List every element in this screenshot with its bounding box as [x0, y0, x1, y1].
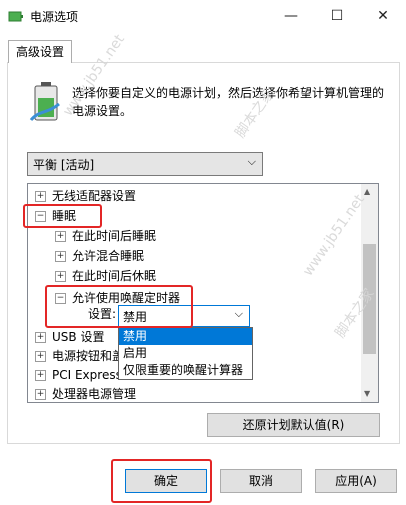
- highlight-box-wake-timers: [45, 285, 193, 328]
- tree-item-label: 处理器电源管理: [52, 387, 137, 401]
- apply-button[interactable]: 应用(A): [315, 469, 397, 493]
- expand-icon[interactable]: +: [35, 370, 46, 381]
- tree-item-processor[interactable]: + 处理器电源管理: [35, 384, 137, 402]
- highlight-box-ok: [111, 459, 212, 503]
- power-plan-value: 平衡 [活动]: [33, 158, 95, 172]
- tree-item-sleep-after[interactable]: + 在此时间后睡眠: [55, 226, 156, 246]
- power-plan-battery-icon: [29, 82, 60, 122]
- option-disable[interactable]: 禁用: [119, 328, 252, 345]
- expand-icon[interactable]: +: [35, 191, 46, 202]
- restore-defaults-button[interactable]: 还原计划默认值(R): [207, 413, 380, 437]
- chevron-down-icon: ⌵: [247, 155, 256, 168]
- description-text: 选择你要自定义的电源计划，然后选择你希望计算机管理的电源设置。: [72, 86, 385, 118]
- tree-item-hybrid-sleep[interactable]: + 允许混合睡眠: [55, 246, 144, 266]
- option-enable[interactable]: 启用: [119, 345, 252, 362]
- expand-icon[interactable]: +: [55, 251, 66, 262]
- expand-icon[interactable]: +: [35, 351, 46, 362]
- tree-item-label: 电源按钮和盖: [52, 349, 125, 363]
- tree-item-power-buttons[interactable]: + 电源按钮和盖: [35, 346, 124, 366]
- cancel-button[interactable]: 取消: [220, 469, 302, 493]
- expand-icon[interactable]: +: [35, 389, 46, 400]
- expand-icon[interactable]: +: [55, 231, 66, 242]
- option-important-wake-timers[interactable]: 仅限重要的唤醒计算器: [119, 362, 252, 379]
- scroll-down-arrow-icon[interactable]: ▼: [364, 389, 370, 398]
- chevron-down-icon: ⌵: [234, 307, 243, 320]
- scroll-up-arrow-icon[interactable]: ▲: [364, 187, 370, 196]
- tree-item-label: 允许混合睡眠: [72, 249, 145, 263]
- tree-item-label: 在此时间后休眠: [72, 269, 157, 283]
- tree-item-hibernate-after[interactable]: + 在此时间后休眠: [55, 266, 156, 286]
- highlight-box-sleep: [23, 204, 102, 228]
- maximize-button[interactable]: ☐: [314, 0, 360, 32]
- expand-icon[interactable]: +: [35, 332, 46, 343]
- minimize-button[interactable]: —: [268, 0, 314, 32]
- tree-item-usb[interactable]: + USB 设置: [35, 327, 104, 347]
- tree-item-wireless[interactable]: + 无线适配器设置: [35, 186, 136, 206]
- close-button[interactable]: ✕: [360, 0, 406, 32]
- title-bar: 电源选项 — ☐ ✕: [0, 0, 406, 32]
- tree-item-label: PCI Express: [52, 368, 122, 382]
- tree-item-label: 在此时间后睡眠: [72, 229, 157, 243]
- tab-advanced-settings[interactable]: 高级设置: [8, 40, 72, 63]
- expand-icon[interactable]: +: [55, 271, 66, 282]
- tree-item-label: 无线适配器设置: [52, 189, 137, 203]
- window-title: 电源选项: [30, 10, 79, 24]
- battery-app-icon: [8, 11, 23, 22]
- tree-item-label: USB 设置: [52, 330, 105, 344]
- tree-item-pci-express[interactable]: + PCI Express: [35, 365, 122, 385]
- setting-options-list: 禁用 启用 仅限重要的唤醒计算器: [118, 327, 253, 380]
- power-plan-select[interactable]: 平衡 [活动] ⌵: [27, 152, 263, 176]
